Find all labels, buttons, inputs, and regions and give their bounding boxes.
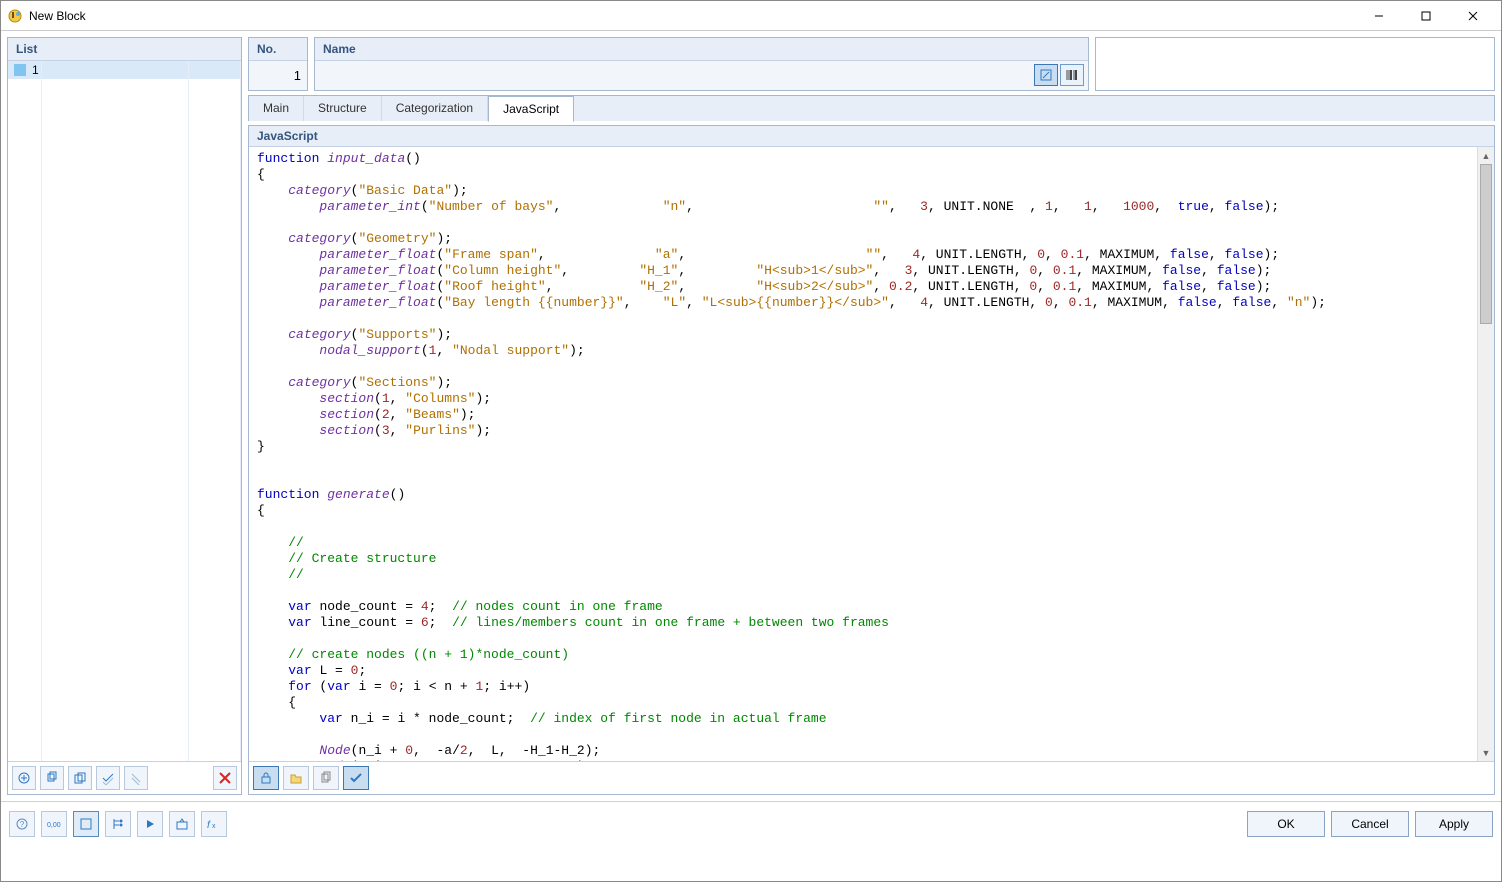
maximize-button[interactable] [1403, 2, 1448, 30]
tab-javascript[interactable]: JavaScript [488, 96, 574, 122]
units-button[interactable]: 0,00 [41, 811, 67, 837]
function-button[interactable]: fx [201, 811, 227, 837]
lock-button[interactable] [253, 766, 279, 790]
copy-code-button[interactable] [313, 766, 339, 790]
name-cell: Name [314, 37, 1089, 91]
scroll-up-arrow[interactable]: ▲ [1478, 147, 1494, 164]
minimize-button[interactable] [1356, 2, 1401, 30]
edit-name-button[interactable] [1034, 64, 1058, 86]
cancel-button[interactable]: Cancel [1331, 811, 1409, 837]
duplicate-item-button[interactable] [68, 766, 92, 790]
list-panel: List 1 [7, 37, 242, 795]
copy-item-button[interactable] [40, 766, 64, 790]
open-file-button[interactable] [283, 766, 309, 790]
help-button[interactable]: ? [9, 811, 35, 837]
new-item-button[interactable] [12, 766, 36, 790]
ok-button[interactable]: OK [1247, 811, 1325, 837]
no-cell: No. 1 [248, 37, 308, 91]
content-header: JavaScript [249, 126, 1494, 147]
list-item-label: 1 [32, 63, 39, 77]
svg-text:0,00: 0,00 [47, 822, 61, 829]
svg-text:x: x [212, 823, 216, 830]
scroll-thumb[interactable] [1480, 164, 1492, 324]
check-all-button[interactable] [96, 766, 120, 790]
list-header: List [8, 38, 241, 61]
delete-item-button[interactable] [213, 766, 237, 790]
tab-categorization[interactable]: Categorization [382, 96, 488, 121]
list-item[interactable]: 1 [8, 61, 241, 79]
bottom-bar: ? 0,00 fx OK Cancel Apply [1, 801, 1501, 845]
extra-cell [1095, 37, 1495, 91]
svg-text:?: ? [20, 820, 25, 829]
view-mode-1-button[interactable] [73, 811, 99, 837]
scroll-down-arrow[interactable]: ▼ [1478, 744, 1494, 761]
no-value[interactable]: 1 [249, 61, 307, 90]
vertical-scrollbar[interactable]: ▲ ▼ [1477, 147, 1494, 761]
barcode-button[interactable] [1060, 64, 1084, 86]
app-icon [7, 8, 23, 24]
code-editor[interactable]: function input_data() { category("Basic … [249, 147, 1477, 761]
name-header: Name [315, 38, 1088, 61]
tab-main[interactable]: Main [249, 96, 304, 121]
uncheck-all-button[interactable] [124, 766, 148, 790]
titlebar: New Block [1, 1, 1501, 31]
apply-button[interactable]: Apply [1415, 811, 1493, 837]
validate-button[interactable] [343, 766, 369, 790]
close-button[interactable] [1450, 2, 1495, 30]
run-button[interactable] [137, 811, 163, 837]
tab-structure[interactable]: Structure [304, 96, 382, 121]
tree-view-button[interactable] [105, 811, 131, 837]
svg-text:f: f [207, 820, 211, 831]
window-title: New Block [29, 9, 1356, 23]
list-item-swatch [14, 64, 26, 76]
no-header: No. [249, 38, 307, 61]
tab-strip: Main Structure Categorization JavaScript [248, 95, 1495, 121]
export-button[interactable] [169, 811, 195, 837]
name-input[interactable] [321, 65, 1082, 87]
